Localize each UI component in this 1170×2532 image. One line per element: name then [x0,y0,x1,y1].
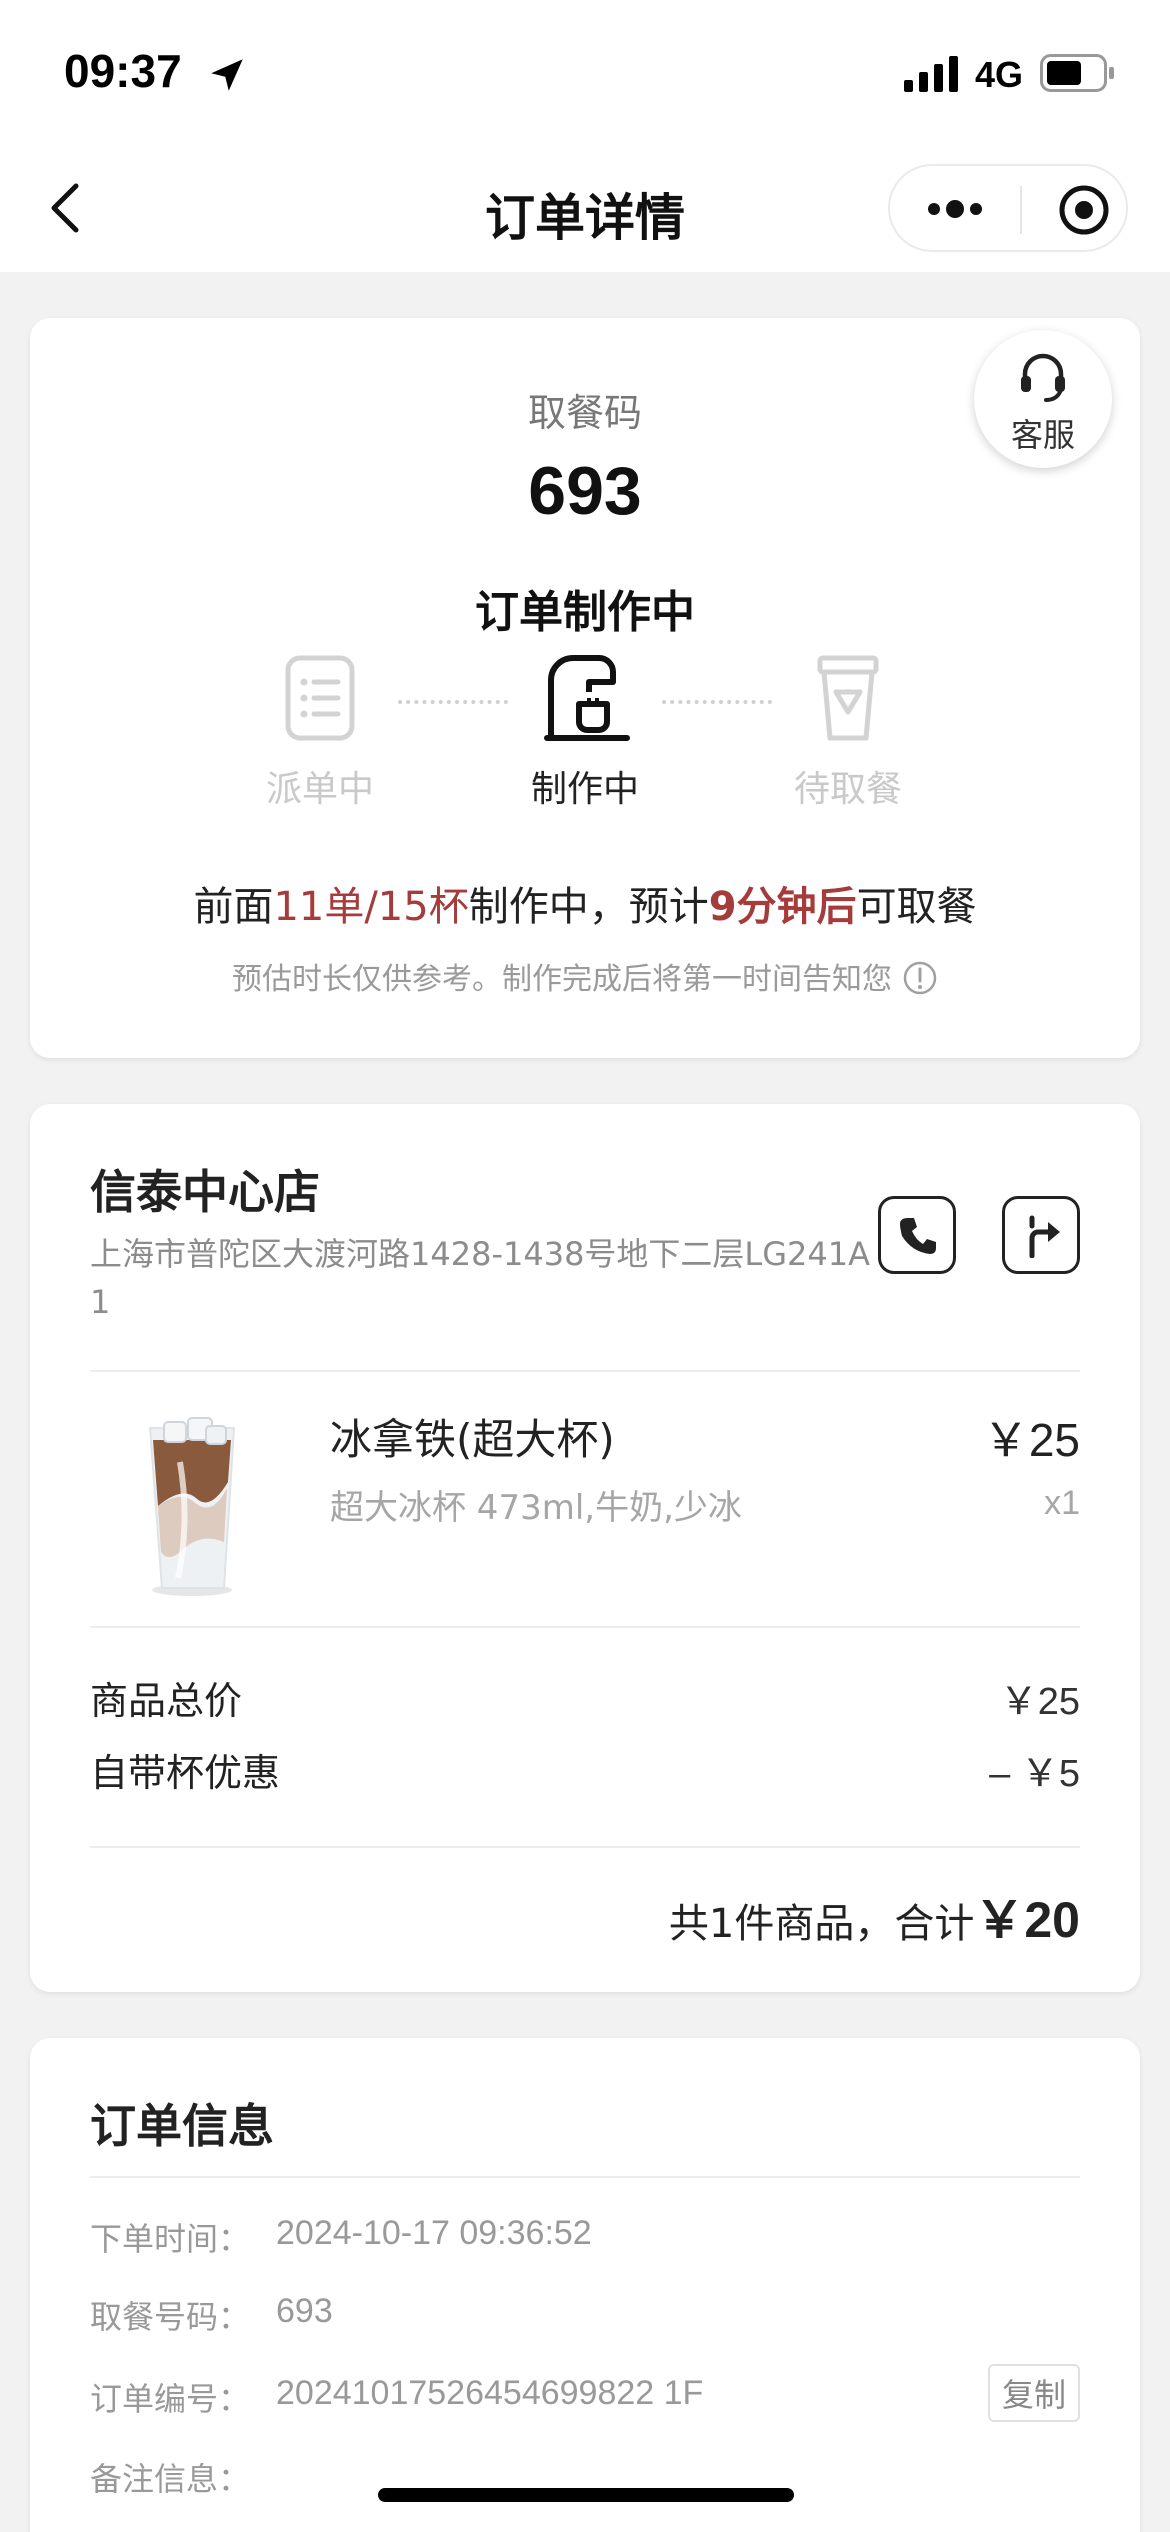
close-target-icon[interactable] [1058,184,1110,236]
capsule-divider [1020,186,1022,234]
store-address: 上海市普陀区大渡河路1428-1438号地下二层LG241A1 [90,1235,871,1321]
status-bar: 09:37 4G [0,0,1170,140]
directions-icon [1029,1215,1060,1258]
queue-suffix: 可取餐 [856,884,977,930]
copy-order-number-button[interactable]: 复制 [987,2364,1080,2422]
fee-row-discount: 自带杯优惠 – ￥5 [90,1742,1080,1797]
fee-value: ￥25 [999,1681,1080,1723]
divider [90,2176,1080,2178]
call-store-button[interactable] [878,1196,956,1274]
step-label: 制作中 [530,769,639,810]
order-info-title: 订单信息 [90,2099,274,2153]
fee-label: 商品总价 [90,1679,243,1723]
store-card: 信泰中心店 上海市普陀区大渡河路1428-1438号地下二层LG241A1 冰拿… [30,1104,1140,1992]
product-quantity: x1 [1044,1484,1080,1522]
pickup-card: 客服 取餐码 693 订单制作中 派单中 制作中 待取餐 前面11单/15杯制作… [30,318,1140,1058]
battery-icon [1040,54,1114,92]
queue-middle: 制作中，预计 [468,884,709,930]
more-icon[interactable] [926,194,984,224]
pickup-code-label: 取餐码 [527,391,642,435]
info-key: 订单编号： [90,2380,251,2418]
total-label: 共1件商品，合计 [668,1901,975,1947]
network-type: 4G [975,54,1024,95]
fee-row-subtotal: 商品总价 ￥25 [90,1670,1080,1725]
estimate-note-text: 预估时长仅供参考。制作完成后将第一时间告知您 [232,962,892,997]
order-list-icon [285,655,355,741]
product-name: 冰拿铁(超大杯) [330,1415,615,1464]
navigate-store-button[interactable] [1002,1196,1080,1274]
queue-eta: 9分钟后 [708,884,857,930]
info-value: 2024-10-17 09:36:52 [276,2214,592,2252]
step-label: 待取餐 [793,769,902,810]
fee-value: – ￥5 [989,1753,1080,1795]
status-time: 09:37 [64,45,182,97]
step-label: 派单中 [265,769,374,810]
info-key: 备注信息： [90,2460,251,2498]
queue-status: 前面11单/15杯制作中，预计9分钟后可取餐 [30,874,1140,932]
cup-icon [817,655,879,741]
divider [90,1626,1080,1628]
fee-label: 自带杯优惠 [90,1751,281,1795]
step-ready: 待取餐 [748,650,948,812]
product-spec: 超大冰杯 473ml,牛奶,少冰 [330,1488,742,1528]
info-value: 693 [276,2292,333,2330]
info-icon[interactable] [902,960,938,996]
divider [90,1846,1080,1848]
store-name: 信泰中心店 [90,1165,320,1219]
info-key: 下单时间： [90,2220,251,2258]
info-key: 取餐号码： [90,2298,251,2336]
signal-icon [904,56,958,92]
iced-latte-image [148,1417,236,1596]
info-value: 20241017526454699822 1F [276,2374,704,2412]
pickup-code: 693 [528,453,642,529]
step-making: 制作中 [485,650,685,812]
home-indicator[interactable] [378,2488,794,2502]
mini-program-capsule [888,164,1128,252]
coffee-machine-icon [544,655,630,741]
order-status: 订单制作中 [475,587,695,638]
order-total: 共1件商品，合计￥20 [669,1880,1080,1952]
phone-icon [900,1218,936,1254]
product-price: ￥25 [982,1414,1080,1466]
divider [90,1370,1080,1372]
queue-count: 11单/15杯 [273,884,469,930]
total-amount: ￥20 [974,1892,1080,1948]
estimate-note: 预估时长仅供参考。制作完成后将第一时间告知您 [30,954,1140,999]
step-dispatching: 派单中 [220,650,420,812]
order-info-card: 订单信息 下单时间： 2024-10-17 09:36:52 取餐号码： 693… [30,2038,1140,2532]
nav-bar: 订单详情 [0,140,1170,272]
location-arrow-icon [211,59,243,91]
queue-prefix: 前面 [193,884,274,930]
